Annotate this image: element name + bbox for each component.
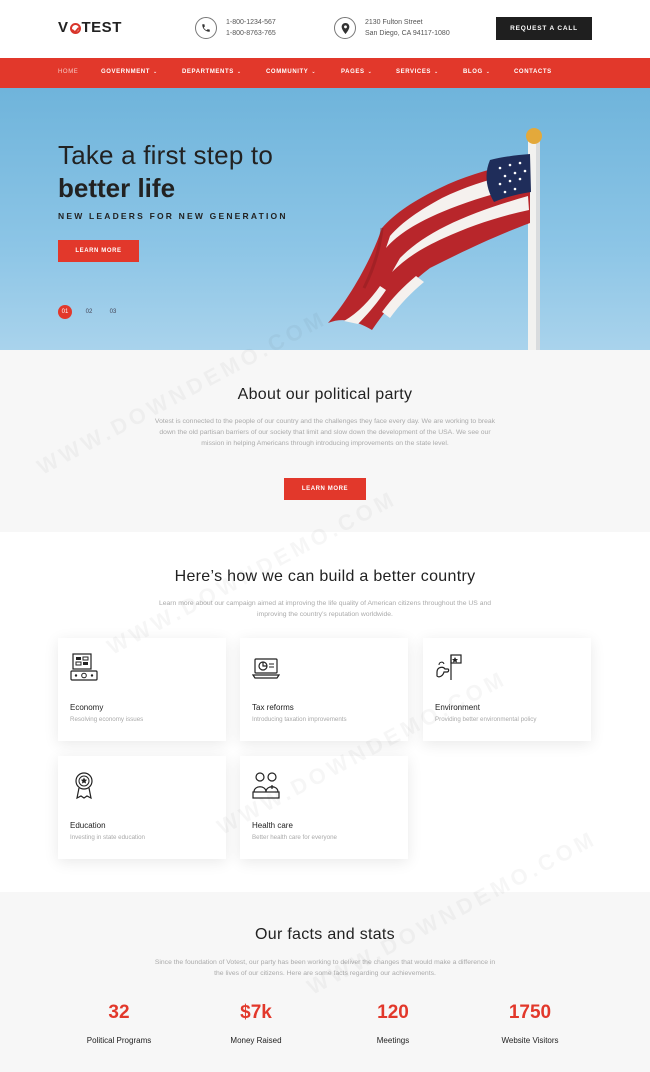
health-icon bbox=[252, 772, 280, 799]
card-title: Health care bbox=[252, 821, 293, 830]
about-text: Votest is connected to the people of our… bbox=[154, 418, 496, 447]
nav-label: DEPARTMENTS bbox=[182, 69, 234, 75]
stat-label: Meetings bbox=[376, 1036, 410, 1045]
stat-value: 32 bbox=[108, 1002, 130, 1023]
chevron-down-icon: ⌄ bbox=[485, 69, 491, 75]
phone-contact: 1-800-1234-567 1-800-8763-765 bbox=[195, 17, 276, 39]
stat-label: Money Raised bbox=[230, 1036, 282, 1045]
card-description: Resolving economy issues bbox=[70, 716, 144, 723]
american-flag-image bbox=[328, 128, 542, 350]
card-description: Investing in state education bbox=[70, 834, 145, 841]
chevron-down-icon: ⌄ bbox=[367, 69, 373, 75]
service-card-education[interactable]: Education Investing in state education bbox=[58, 756, 226, 859]
chevron-down-icon: ⌄ bbox=[236, 69, 242, 75]
stat-value: $7k bbox=[240, 1002, 272, 1023]
hero-title-line1: Take a first step to bbox=[58, 140, 273, 170]
economy-icon bbox=[70, 653, 98, 681]
hero-slider: Take a first step to better life NEW LEA… bbox=[0, 88, 650, 350]
slide-indicator-1[interactable]: 01 bbox=[58, 305, 72, 319]
stats-section: Our facts and stats Since the foundation… bbox=[0, 892, 650, 1072]
hero-title-line2: better life bbox=[58, 173, 176, 203]
card-title: Education bbox=[70, 821, 106, 830]
site-header: V TEST 1-800-1234-567 1-800-8763-765 2130… bbox=[0, 0, 650, 58]
nav-item-departments[interactable]: DEPARTMENTS ⌄ bbox=[182, 69, 242, 75]
stats-text: Since the foundation of Votest, our part… bbox=[154, 959, 496, 977]
services-text: Learn more about our campaign aimed at i… bbox=[158, 600, 492, 618]
phone-number-2[interactable]: 1-800-8763-765 bbox=[226, 28, 276, 39]
about-section: About our political party Votest is conn… bbox=[0, 350, 650, 532]
nav-item-pages[interactable]: PAGES ⌄ bbox=[341, 69, 372, 75]
address-line-1: 2130 Fulton Street bbox=[365, 19, 423, 26]
nav-item-community[interactable]: COMMUNITY ⌄ bbox=[266, 69, 316, 75]
service-card-tax-reforms[interactable]: Tax reforms Introducing taxation improve… bbox=[240, 638, 408, 741]
stats-title: Our facts and stats bbox=[255, 926, 395, 943]
nav-label: BLOG bbox=[463, 69, 483, 75]
stat-website-visitors: 1750 Website Visitors bbox=[460, 1002, 600, 1045]
nav-label: GOVERNMENT bbox=[101, 69, 151, 75]
education-icon bbox=[75, 772, 93, 800]
services-title: Here’s how we can build a better country bbox=[174, 568, 476, 585]
slide-indicator-2[interactable]: 02 bbox=[82, 305, 96, 319]
card-description: Introducing taxation improvements bbox=[252, 716, 347, 723]
chevron-down-icon: ⌄ bbox=[311, 69, 317, 75]
logo-text-left: V bbox=[58, 19, 69, 36]
card-title: Tax reforms bbox=[252, 703, 294, 712]
chevron-down-icon: ⌄ bbox=[153, 69, 158, 75]
phone-icon bbox=[195, 17, 217, 39]
stat-value: 120 bbox=[377, 1002, 409, 1023]
nav-item-government[interactable]: GOVERNMENT ⌄ bbox=[101, 69, 158, 75]
nav-item-home[interactable]: HOME bbox=[58, 69, 78, 75]
service-card-environment[interactable]: Environment Providing better environment… bbox=[423, 638, 591, 741]
about-learn-more-button[interactable]: LEARN MORE bbox=[284, 478, 366, 500]
request-call-button[interactable]: REQUEST A CALL bbox=[496, 17, 592, 40]
nav-item-contacts[interactable]: CONTACTS bbox=[514, 69, 552, 75]
main-navigation: HOME GOVERNMENT ⌄ DEPARTMENTS ⌄ COMMUNITY ⌄… bbox=[0, 58, 650, 88]
stat-political-programs: 32 Political Programs bbox=[49, 1002, 189, 1045]
site-logo[interactable]: V TEST bbox=[58, 19, 122, 36]
location-pin-icon bbox=[334, 17, 356, 39]
hero-subtitle: NEW LEADERS FOR NEW GENERATION bbox=[58, 211, 288, 221]
stat-value: 1750 bbox=[508, 1002, 552, 1023]
environment-icon bbox=[436, 654, 462, 680]
nav-label: CONTACTS bbox=[514, 69, 552, 75]
address-line-2: San Diego, CA 94117-1080 bbox=[365, 30, 450, 37]
card-description: Better health care for everyone bbox=[252, 834, 337, 841]
card-title: Environment bbox=[435, 703, 480, 712]
about-title: About our political party bbox=[237, 386, 413, 403]
tax-icon bbox=[252, 658, 280, 679]
logo-text-right: TEST bbox=[81, 19, 122, 36]
services-section: Here’s how we can build a better country… bbox=[0, 532, 650, 892]
stat-money-raised: $7k Money Raised bbox=[186, 1002, 326, 1045]
address-contact: 2130 Fulton Street San Diego, CA 94117-1… bbox=[334, 17, 450, 39]
nav-label: HOME bbox=[58, 69, 79, 75]
service-card-economy[interactable]: Economy Resolving economy issues bbox=[58, 638, 226, 741]
phone-number-1[interactable]: 1-800-1234-567 bbox=[226, 17, 276, 28]
stat-meetings: 120 Meetings bbox=[323, 1002, 463, 1045]
nav-item-services[interactable]: SERVICES ⌄ bbox=[396, 69, 439, 75]
nav-label: PAGES bbox=[341, 69, 365, 75]
chevron-down-icon: ⌄ bbox=[434, 69, 439, 75]
card-title: Economy bbox=[70, 703, 104, 712]
slide-indicator-3[interactable]: 03 bbox=[106, 305, 120, 319]
card-description: Providing better environmental policy bbox=[435, 716, 537, 723]
nav-label: SERVICES bbox=[396, 69, 432, 75]
hero-learn-more-button[interactable]: LEARN MORE bbox=[58, 240, 139, 262]
stat-label: Political Programs bbox=[86, 1036, 152, 1045]
nav-label: COMMUNITY bbox=[266, 69, 309, 75]
stat-label: Website Visitors bbox=[501, 1036, 559, 1045]
checkmark-icon bbox=[69, 23, 81, 34]
service-card-health-care[interactable]: Health care Better health care for every… bbox=[240, 756, 408, 859]
nav-item-blog[interactable]: BLOG ⌄ bbox=[463, 69, 491, 75]
